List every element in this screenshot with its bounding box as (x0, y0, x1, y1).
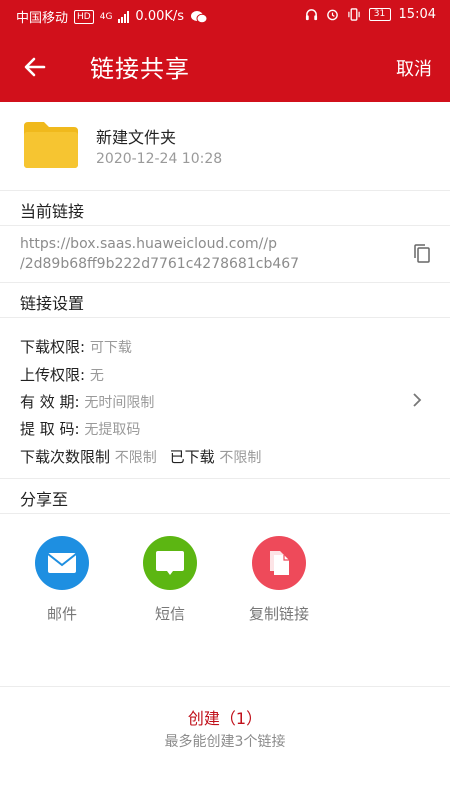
clock: 15:04 (398, 7, 436, 22)
link-url-line1: https://box.saas.huaweicloud.com//p (20, 236, 277, 252)
app-header: 链接共享 取消 (0, 32, 450, 102)
status-bar: 中国移动 HD 4G 0.00K/s 31 15:04 (0, 0, 450, 32)
link-settings-label: 链接设置 (20, 294, 85, 313)
back-arrow-icon[interactable] (20, 52, 50, 82)
file-date: 2020-12-24 10:28 (96, 151, 223, 167)
wechat-icon (191, 10, 208, 23)
network-type: 4G (99, 11, 113, 22)
create-link-button[interactable]: 创建（1） (0, 705, 450, 729)
signal-icon (118, 10, 130, 23)
download-limit-value: 不限制 (114, 450, 157, 466)
file-info: 新建文件夹 2020-12-24 10:28 (0, 102, 450, 190)
share-mail-label: 邮件 (46, 605, 77, 623)
chevron-right-icon[interactable] (410, 392, 424, 408)
validity-label: 有 效 期: (20, 393, 80, 411)
share-sms-button[interactable]: 短信 (125, 536, 215, 624)
folder-icon (24, 122, 78, 168)
link-settings-heading: 链接设置 (0, 282, 450, 318)
vibrate-icon (347, 8, 360, 21)
cancel-button[interactable]: 取消 (396, 55, 432, 81)
upload-permission-label: 上传权限: (20, 366, 86, 384)
headset-icon (305, 9, 317, 21)
validity-value: 无时间限制 (84, 395, 155, 411)
copy-link-icon (252, 536, 306, 590)
share-sms-label: 短信 (154, 605, 185, 623)
upload-permission-row: 上传权限: 无 (20, 364, 104, 385)
extraction-code-value: 无提取码 (84, 422, 141, 438)
file-name: 新建文件夹 (96, 128, 177, 147)
carrier-name: 中国移动 (16, 11, 69, 26)
link-url[interactable]: https://box.saas.huaweicloud.com//p /2d8… (20, 234, 299, 274)
share-mail-button[interactable]: 邮件 (17, 536, 107, 624)
validity-row: 有 效 期: 无时间限制 (20, 391, 154, 412)
share-to-label: 分享至 (20, 490, 69, 509)
downloaded-label: 已下载 (169, 448, 215, 466)
download-permission-label: 下载权限: (20, 338, 86, 356)
share-copy-link-label: 复制链接 (248, 605, 309, 623)
current-link-label: 当前链接 (20, 202, 85, 221)
download-permission-row: 下载权限: 可下载 (20, 336, 132, 357)
extraction-code-label: 提 取 码: (20, 420, 80, 438)
download-limit-label: 下载次数限制 (20, 448, 111, 466)
link-settings-panel[interactable]: 下载权限: 可下载 上传权限: 无 有 效 期: 无时间限制 提 取 码: 无提… (0, 330, 450, 478)
alarm-icon (326, 9, 338, 21)
link-url-line2: /2d89b68ff9b222d7761c4278681cb467 (20, 256, 300, 272)
share-to-heading: 分享至 (0, 478, 450, 514)
mail-icon (35, 536, 89, 590)
link-limit-note: 最多能创建3个链接 (164, 734, 286, 750)
extraction-code-row: 提 取 码: 无提取码 (20, 418, 140, 439)
copy-icon[interactable] (412, 243, 432, 265)
network-speed: 0.00K/s (135, 9, 185, 24)
link-area: https://box.saas.huaweicloud.com//p /2d8… (0, 227, 450, 282)
current-link-heading: 当前链接 (0, 190, 450, 226)
sms-icon (143, 536, 197, 590)
download-limit-row: 下载次数限制 不限制 已下载 不限制 (20, 446, 261, 467)
create-link-area: 创建（1） 最多能创建3个链接 (0, 686, 450, 800)
page-title: 链接共享 (90, 55, 190, 83)
downloaded-value: 不限制 (219, 450, 262, 466)
hd-badge: HD (74, 9, 94, 24)
download-permission-value: 可下载 (89, 340, 132, 356)
share-options: 邮件 短信 复制链接 (0, 514, 450, 686)
battery-level: 31 (368, 8, 391, 21)
upload-permission-value: 无 (89, 368, 104, 384)
share-copy-link-button[interactable]: 复制链接 (234, 536, 324, 624)
